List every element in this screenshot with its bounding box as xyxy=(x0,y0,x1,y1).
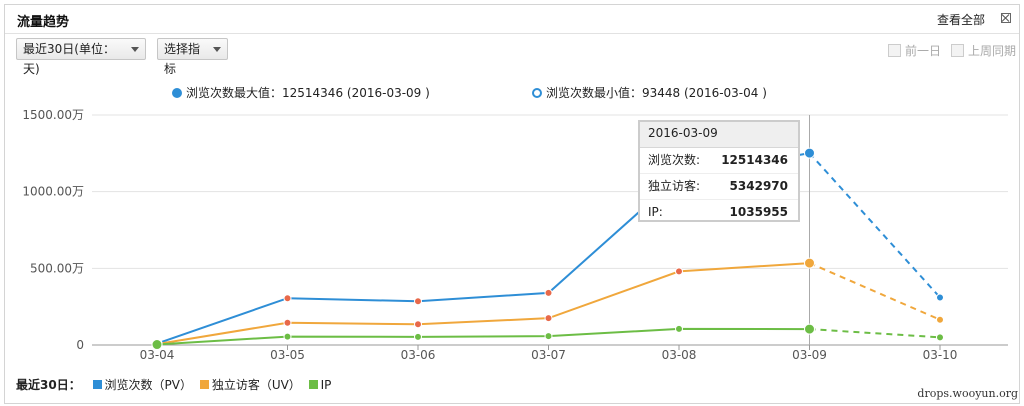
data-point-uv xyxy=(283,318,292,327)
series-line-uv xyxy=(156,262,810,346)
legend-item-pv[interactable]: 浏览次数（PV） xyxy=(105,378,192,392)
x-tick-label: 03-05 xyxy=(270,348,305,362)
tooltip-row-uv: 独立访客: 5342970 xyxy=(640,174,798,200)
tooltip-value: 12514346 xyxy=(721,153,788,167)
data-point-ip xyxy=(936,333,944,342)
y-tick-label: 1000.00万 xyxy=(22,185,84,199)
legend-item-uv[interactable]: 独立访客（UV） xyxy=(212,378,301,392)
series-dashed-line-pv xyxy=(808,152,941,299)
y-tick-label: 500.00万 xyxy=(30,261,84,275)
data-point-pv xyxy=(544,288,553,297)
x-tick-label: 03-04 xyxy=(140,348,175,362)
data-point-uv xyxy=(675,267,683,276)
data-point-pv xyxy=(804,147,815,159)
chart-legend: 最近30日： 浏览次数（PV） 独立访客（UV） IP xyxy=(16,376,331,393)
legend-item-ip[interactable]: IP xyxy=(321,378,332,392)
data-point-ip xyxy=(414,332,422,341)
legend-swatch-uv xyxy=(199,380,209,389)
data-point-ip xyxy=(283,332,292,341)
legend-swatch-ip xyxy=(308,380,318,389)
y-tick-label: 0 xyxy=(76,338,84,352)
data-point-ip xyxy=(804,323,815,335)
series-dashed-line-uv xyxy=(809,262,941,321)
data-point-ip xyxy=(544,332,553,341)
x-tick-label: 03-10 xyxy=(923,348,958,362)
tooltip-label: 浏览次数: xyxy=(648,153,701,167)
legend-title: 最近30日： xyxy=(16,378,81,392)
x-tick-label: 03-08 xyxy=(662,348,697,362)
traffic-line-chart[interactable]: 0 500.00万 1000.00万 1500.00万 03-04 03-05 03-06 0… xyxy=(0,0,1024,406)
tooltip-value: 5342970 xyxy=(729,179,788,193)
x-tick-label: 03-06 xyxy=(401,348,436,362)
series-dashed-line-ip xyxy=(809,328,941,339)
data-point-pv xyxy=(936,293,944,302)
data-point-uv xyxy=(936,315,944,324)
watermark-text: drops.wooyun.org xyxy=(917,387,1018,400)
data-point-uv xyxy=(414,320,422,329)
data-point-pv xyxy=(283,294,292,303)
chart-tooltip: 2016-03-09 浏览次数: 12514346 独立访客: 5342970 … xyxy=(638,120,800,222)
tooltip-row-ip: IP: 1035955 xyxy=(640,200,798,225)
y-tick-label: 1500.00万 xyxy=(22,108,84,122)
data-point-pv xyxy=(414,297,422,306)
tooltip-row-pv: 浏览次数: 12514346 xyxy=(640,148,798,174)
series-line-ip xyxy=(156,327,810,346)
tooltip-date: 2016-03-09 xyxy=(640,122,798,148)
tooltip-label: 独立访客: xyxy=(648,179,701,193)
data-point-uv xyxy=(804,257,815,269)
data-point-ip xyxy=(151,339,163,351)
x-tick-label: 03-07 xyxy=(531,348,566,362)
legend-swatch-pv xyxy=(92,380,102,389)
data-point-uv xyxy=(544,314,553,323)
tooltip-value: 1035955 xyxy=(729,205,788,219)
x-tick-label: 03-09 xyxy=(792,348,827,362)
tooltip-label: IP: xyxy=(648,205,663,219)
data-point-ip xyxy=(675,324,683,333)
